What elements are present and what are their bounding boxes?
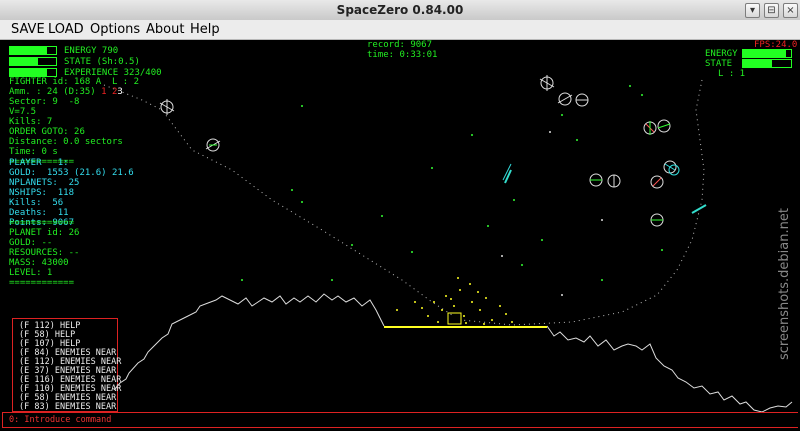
player-stat-line: Deaths: 11 — [9, 208, 69, 218]
ammo-text: Amm. : 24 (D:35) — [9, 87, 102, 97]
planet-stat-line: MASS: 43000 — [9, 258, 69, 268]
fighter-stat-line: Kills: 7 — [9, 117, 53, 127]
player-stat-line: NPLANETS: 25 — [9, 178, 80, 188]
fighter-id: FIGHTER id: 168 A L : 2 — [9, 77, 140, 87]
game-window: SpaceZero 0.84.00 ▾ ⊟ × SAVE LOAD Option… — [0, 0, 800, 431]
enemy-ship — [650, 175, 664, 189]
right-state-label: STATE — [705, 59, 733, 69]
experience-bar — [9, 68, 57, 77]
record-label: record: 9067 — [367, 40, 433, 50]
state-label: STATE (Sh:0.5) — [64, 57, 140, 67]
enemy-ship — [589, 173, 603, 187]
menu-help[interactable]: Help — [190, 22, 220, 37]
planet-stat-line: ============ — [9, 278, 75, 288]
experience-bar-fill — [10, 69, 47, 76]
planet-stat-line: RESOURCES: -- — [9, 248, 80, 258]
planet-stat-line: PLANET id: 26 — [9, 228, 80, 238]
energy-bar-fill — [10, 47, 47, 54]
maximize-button[interactable]: ⊟ — [764, 3, 779, 18]
weapon-active: 3 — [117, 87, 123, 97]
laser-shot — [504, 169, 512, 184]
menu-bar: SAVE LOAD Options About Help — [0, 20, 800, 40]
right-energy-bar — [742, 49, 792, 58]
ammo-line: Amm. : 24 (D:35) 1 23 — [9, 87, 123, 97]
player-stat-line: GOLD: 1553 (21.6) 21.6 — [9, 168, 134, 178]
right-state-bar-fill — [743, 60, 772, 67]
game-canvas[interactable]: ENERGY 790 STATE (Sh:0.5) EXPERIENCE 323… — [2, 40, 798, 431]
enemy-ship — [607, 174, 621, 188]
planet-info: ============ PLANET id: 26 GOLD: -- RESOURC… — [9, 218, 79, 288]
player-stat-line: Kills: 56 — [9, 198, 64, 208]
planet-stat-line: ============ — [9, 218, 75, 228]
command-bar[interactable]: 0: Introduce command — [2, 412, 798, 428]
command-prompt: 0: Introduce command — [9, 415, 112, 425]
star-field — [241, 85, 663, 296]
debris-cluster — [396, 277, 513, 325]
menu-about[interactable]: About — [146, 22, 184, 37]
planet-terrain — [113, 293, 385, 391]
menu-load[interactable]: LOAD — [48, 22, 84, 37]
planet-stat-line: LEVEL: 1 — [9, 268, 53, 278]
fighter-details: Sector: 9 -8 V=7.5 Kills: 7 ORDER GOTO: 26 D… — [9, 97, 123, 167]
right-state-bar — [742, 59, 792, 68]
watermark-text: screenshots.debian.net — [777, 208, 792, 360]
title-bar: SpaceZero 0.84.00 ▾ ⊟ × — [0, 0, 800, 21]
player-stat-line: NSHIPS: 118 — [9, 188, 75, 198]
fighter-stat-line: Time: 0 s — [9, 147, 58, 157]
enemy-ship — [539, 75, 555, 91]
state-bar-fill — [10, 58, 38, 65]
right-energy-bar-fill — [743, 50, 787, 57]
window-title: SpaceZero 0.84.00 — [336, 3, 464, 17]
time-label: time: 0:33:01 — [367, 50, 438, 60]
enemy-ship — [657, 119, 671, 133]
right-energy-label: ENERGY — [705, 49, 738, 59]
enemy-ship — [575, 93, 589, 107]
player-stat-line: PLAYER 1: — [9, 158, 69, 168]
enemy-ship — [205, 138, 221, 152]
enemy-ship — [650, 213, 664, 227]
laser-shot-2 — [691, 204, 707, 214]
enemy-ship — [159, 99, 175, 115]
fighter-stat-line: Sector: 9 -8 — [9, 97, 80, 107]
energy-label: ENERGY 790 — [64, 46, 119, 56]
menu-save[interactable]: SAVE — [11, 22, 45, 37]
enemy-ship — [557, 92, 573, 106]
fighter-stat-line: V=7.5 — [9, 107, 37, 117]
window-menu-button[interactable]: ▾ — [745, 3, 760, 18]
trajectory-trail — [103, 84, 453, 316]
state-bar — [9, 57, 57, 66]
landing-marker — [447, 312, 462, 325]
energy-bar — [9, 46, 57, 55]
watermark: screenshots.debian.net — [777, 208, 792, 360]
planet-stat-line: GOLD: -- — [9, 238, 53, 248]
menu-options[interactable]: Options — [90, 22, 140, 37]
trajectory-trail-right — [461, 79, 705, 326]
right-level-label: L : 1 — [718, 69, 746, 79]
message-log: (F 112) HELP (F 58) HELP (F 107) HELP (F 84… — [12, 318, 121, 412]
weapon-slots: 1 2 — [101, 87, 118, 97]
enemy-ship — [668, 164, 680, 176]
fighter-stat-line: Distance: 0.0 sectors — [9, 137, 123, 147]
fighter-stat-line: ORDER GOTO: 26 — [9, 127, 85, 137]
close-button[interactable]: × — [783, 3, 798, 18]
planet-terrain-right — [546, 325, 793, 413]
message-line: (F 83) ENEMIES NEAR — [19, 402, 117, 412]
enemy-ship — [643, 121, 657, 135]
